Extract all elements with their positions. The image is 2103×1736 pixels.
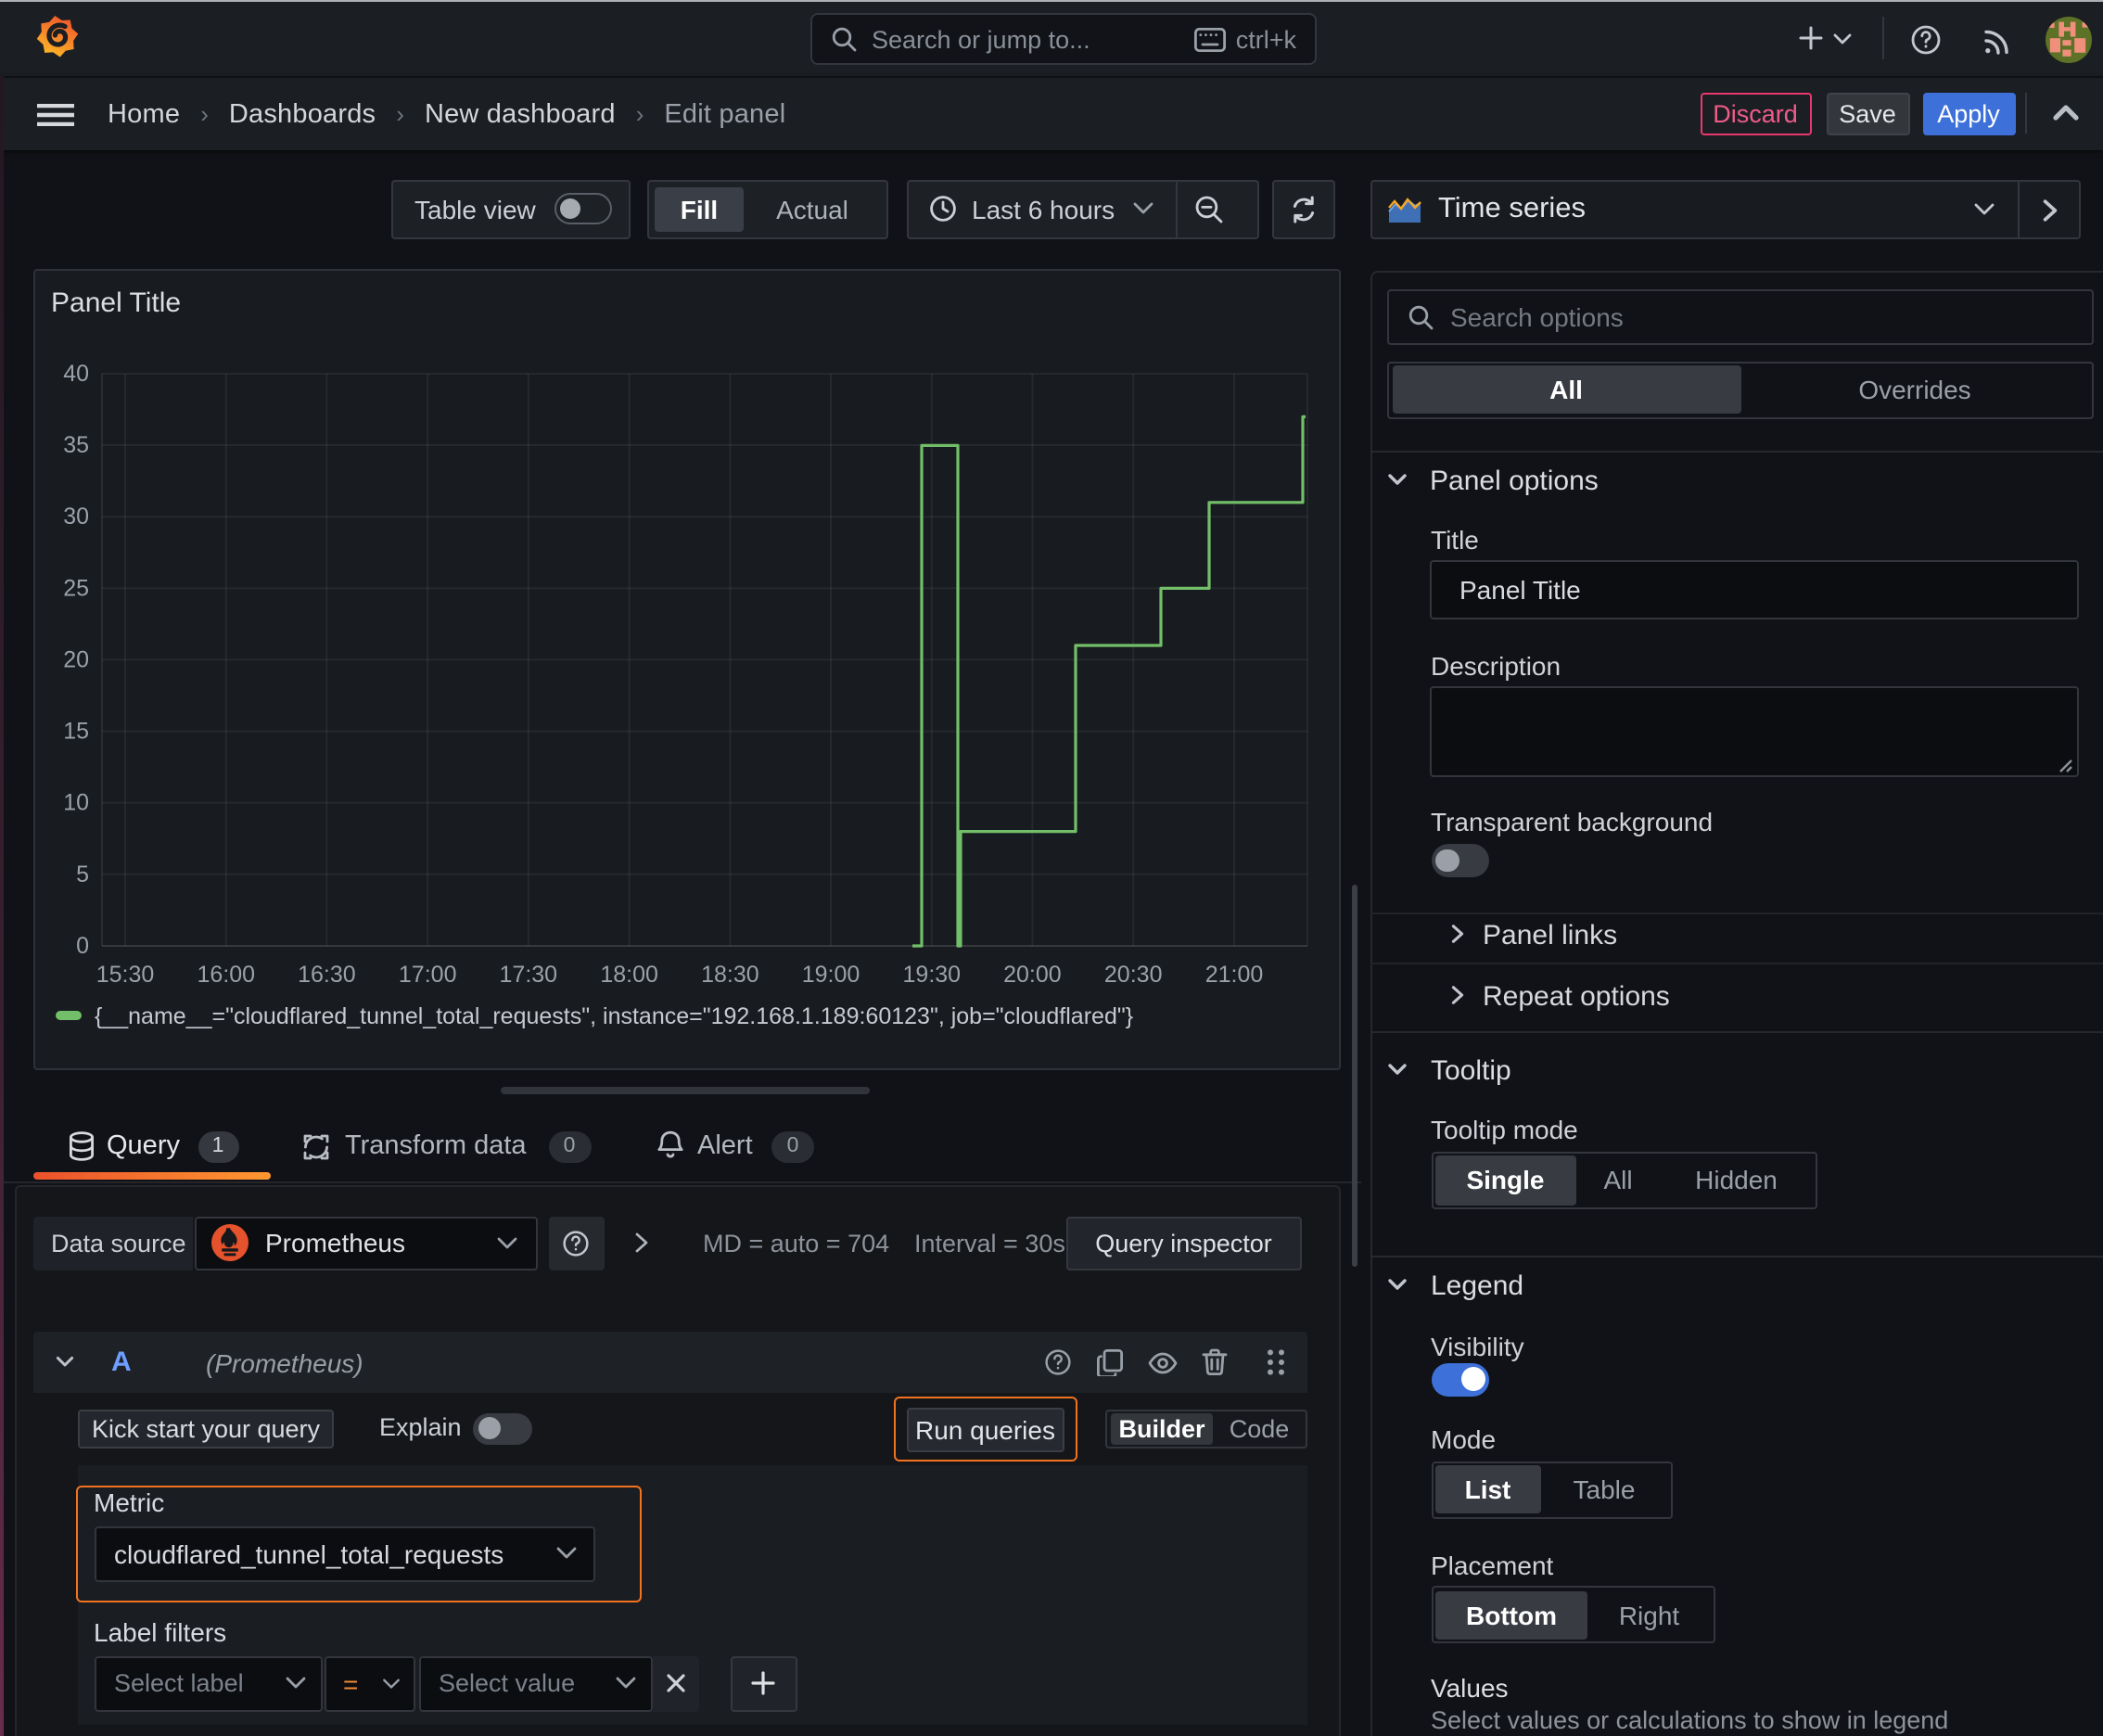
svg-text:15:30: 15:30 (96, 961, 155, 987)
svg-text:21:00: 21:00 (1205, 961, 1264, 987)
svg-text:16:00: 16:00 (198, 961, 256, 987)
svg-text:20:00: 20:00 (1003, 961, 1062, 987)
svg-text:19:30: 19:30 (903, 961, 962, 987)
svg-text:25: 25 (63, 574, 89, 600)
svg-text:16:30: 16:30 (298, 961, 356, 987)
svg-text:5: 5 (76, 861, 89, 887)
svg-text:18:00: 18:00 (600, 961, 658, 987)
svg-text:20:30: 20:30 (1104, 961, 1163, 987)
svg-text:30: 30 (63, 503, 89, 529)
svg-text:18:30: 18:30 (701, 961, 759, 987)
svg-text:17:30: 17:30 (500, 961, 558, 987)
svg-text:40: 40 (63, 360, 89, 386)
svg-text:20: 20 (63, 645, 89, 671)
svg-text:35: 35 (63, 431, 89, 457)
svg-text:17:00: 17:00 (399, 961, 457, 987)
svg-text:15: 15 (63, 718, 89, 744)
svg-text:19:00: 19:00 (802, 961, 860, 987)
svg-text:10: 10 (63, 789, 89, 815)
svg-text:0: 0 (76, 932, 89, 958)
